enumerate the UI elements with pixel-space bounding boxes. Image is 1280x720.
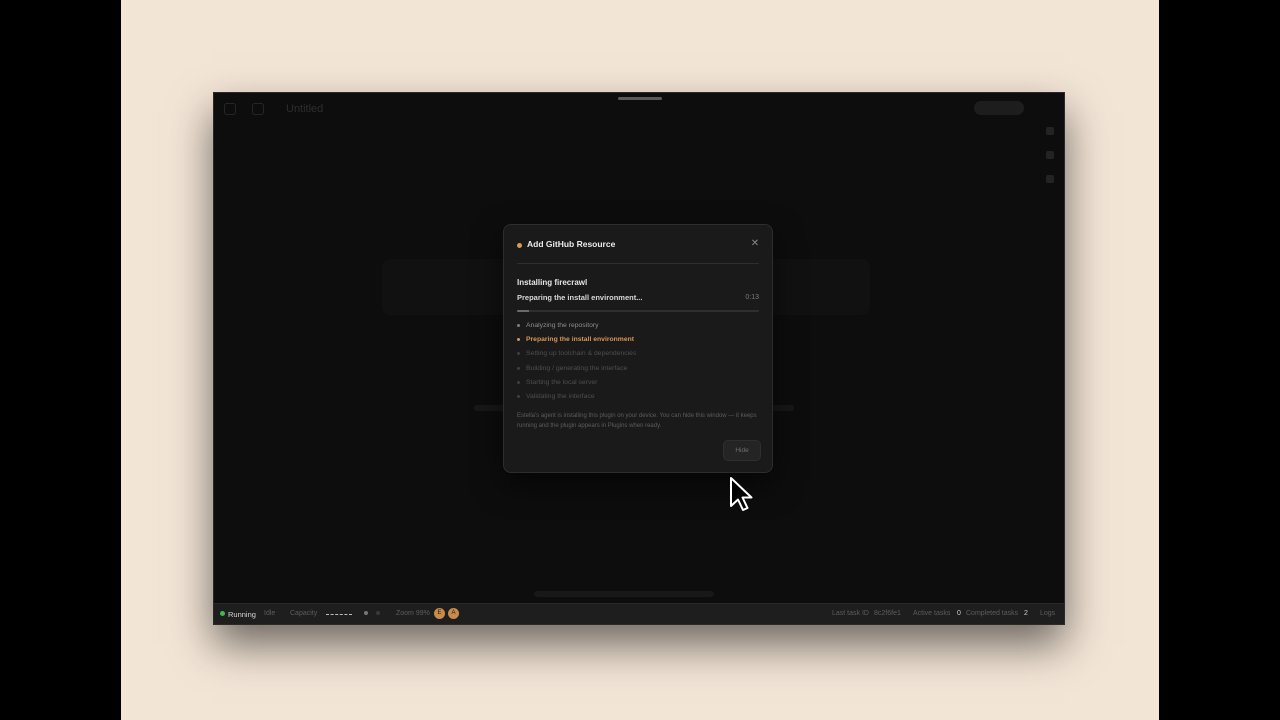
divider (517, 263, 759, 264)
mouse-cursor-icon (730, 477, 753, 511)
avatar[interactable]: E (434, 608, 445, 619)
step-label: Preparing the install environment (526, 336, 635, 344)
hide-button[interactable]: Hide (723, 440, 761, 461)
step-label: Setting up toolchain & dependencies (526, 350, 637, 358)
sidebar-icon[interactable] (252, 103, 264, 115)
zoom-level: Zoom 99% (396, 610, 430, 617)
running-indicator-icon (220, 611, 225, 616)
step-bullet-icon (517, 366, 520, 370)
progress-bar (517, 310, 759, 312)
top-bar-title: Untitled (286, 103, 324, 115)
last-task-label: Last task ID (832, 610, 869, 617)
dialog-title: Add GitHub Resource (527, 239, 616, 249)
add-github-resource-dialog: Add GitHub Resource ✕ Installing firecra… (503, 224, 773, 473)
active-tasks-label: Active tasks (913, 610, 951, 617)
menu-icon[interactable] (224, 103, 236, 115)
elapsed-timer: 0:13 (745, 294, 759, 301)
right-side-icons (1046, 127, 1058, 199)
side-icon[interactable] (1046, 175, 1054, 183)
side-icon[interactable] (1046, 127, 1054, 135)
active-tasks-value: 0 (957, 610, 961, 617)
status-bar: Running Idle Capacity Zoom 99% E A Last … (214, 603, 1064, 624)
step-bullet-icon (517, 380, 520, 384)
install-note: Estella's agent is installing this plugi… (517, 413, 757, 429)
step-bullet-icon (517, 395, 520, 398)
step-bullet-icon (517, 352, 520, 356)
capacity-label: Capacity (290, 610, 318, 617)
last-task-id: 8c2f6fe1 (874, 610, 901, 617)
step-label: Building / generating the interface (526, 364, 628, 372)
step-label: Validating the interface (526, 393, 595, 400)
step-label: Starting the local server (526, 378, 598, 386)
close-icon[interactable]: ✕ (750, 239, 760, 249)
side-icon[interactable] (1046, 151, 1054, 159)
top-bar-action[interactable] (974, 101, 1024, 115)
background-line (534, 591, 714, 597)
status-control-icon[interactable] (364, 611, 368, 615)
logs-button[interactable]: Logs (1040, 610, 1055, 617)
install-status: Preparing the install environment... (517, 293, 643, 302)
install-heading: Installing firecrawl (517, 278, 588, 287)
status-control-icon[interactable] (376, 611, 380, 615)
avatar[interactable]: A (448, 608, 459, 619)
step-bullet-icon (517, 324, 520, 327)
top-bar: Untitled (214, 93, 1064, 123)
completed-tasks-label: Completed tasks (966, 610, 1019, 617)
step-bullet-icon (517, 338, 520, 342)
status-idle: Idle (264, 610, 276, 617)
completed-tasks-value: 2 (1024, 610, 1028, 617)
progress-fill (517, 310, 530, 312)
status-running: Running (228, 610, 256, 619)
dialog-status-icon (517, 243, 522, 248)
capacity-meter (326, 614, 352, 615)
step-label: Analyzing the repository (526, 322, 599, 329)
